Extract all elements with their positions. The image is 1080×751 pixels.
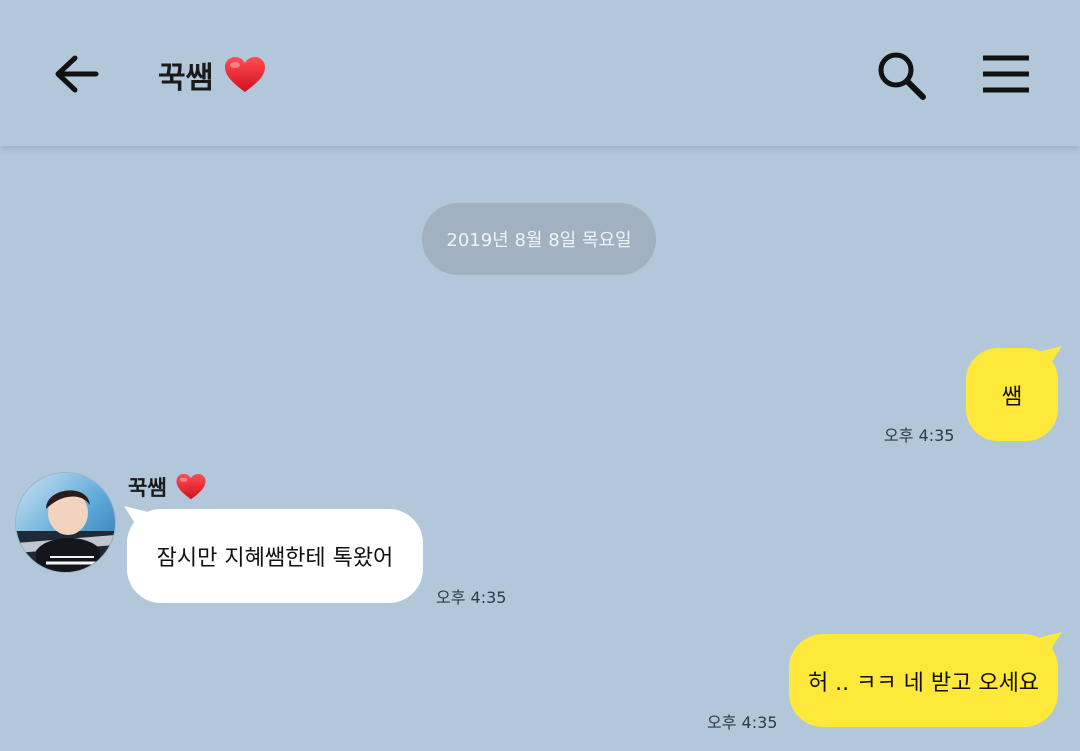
red-heart-icon [176,473,206,500]
message-time: 오후 4:35 [884,426,955,445]
received-message-bubble[interactable]: 잠시만 지혜쌤한테 톡왔어 [127,509,423,603]
avatar[interactable] [15,472,116,573]
red-heart-icon [225,57,266,92]
hamburger-menu-icon [983,55,1029,93]
sender-name: 꾹쌤 [128,470,207,504]
arrow-left-icon [55,55,99,93]
bubble-tail [1038,632,1062,654]
sender-name-text: 꾹쌤 [128,476,167,500]
chat-title: 꾹쌤 [158,52,267,98]
message-time: 오후 4:35 [436,588,507,607]
profile-photo [16,473,115,572]
chat-header: 꾹쌤 [0,0,1080,146]
bubble-tail [1038,346,1062,368]
chat-title-text: 꾹쌤 [158,61,214,96]
message-text: 쌤 [1001,384,1023,410]
message-time: 오후 4:35 [707,713,778,732]
search-button[interactable] [874,50,928,100]
menu-button[interactable] [980,52,1032,96]
message-text: 허 .. ㅋㅋ 네 받고 오세요 [807,670,1040,696]
my-message-bubble[interactable]: 허 .. ㅋㅋ 네 받고 오세요 [789,634,1058,727]
search-icon [878,52,926,100]
date-divider: 2019년 8월 8일 목요일 [422,203,656,275]
message-text: 잠시만 지혜쌤한테 톡왔어 [156,546,394,571]
back-button[interactable] [48,48,104,100]
